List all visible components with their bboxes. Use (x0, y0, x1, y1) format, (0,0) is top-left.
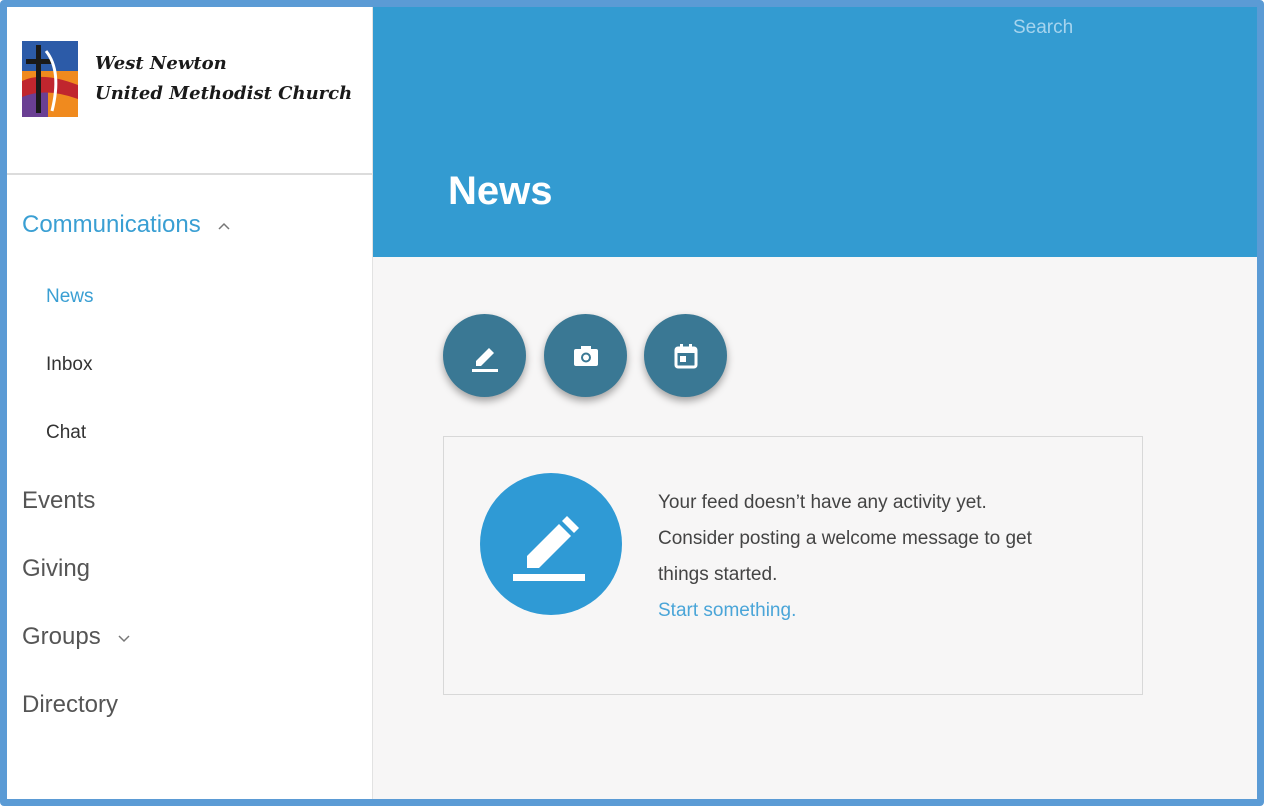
calendar-icon (674, 343, 697, 368)
empty-feed-line: things started. (658, 564, 778, 585)
church-logo-icon (22, 41, 78, 117)
sidebar-item-giving[interactable]: Giving (22, 555, 90, 583)
add-photo-button[interactable] (544, 314, 627, 397)
sidebar-subitem-chat[interactable]: Chat (46, 422, 86, 444)
logo-area[interactable]: West Newton United Methodist Church (7, 7, 372, 175)
sidebar-subitem-inbox[interactable]: Inbox (46, 354, 92, 376)
chevron-up-icon (218, 222, 230, 230)
sidebar-item-label: Groups (22, 623, 101, 650)
add-event-button[interactable] (644, 314, 727, 397)
page-title: News (448, 169, 553, 213)
sidebar-item-groups[interactable]: Groups (22, 623, 131, 651)
new-post-button[interactable] (443, 314, 526, 397)
empty-feed-message: Your feed doesn’t have any activity yet.… (658, 485, 1098, 629)
page-header: Search News (373, 7, 1257, 257)
empty-feed-line: Your feed doesn’t have any activity yet. (658, 492, 987, 513)
empty-feed-icon (480, 473, 622, 615)
start-something-link[interactable]: Start something. (658, 593, 1098, 629)
sidebar-subitem-news[interactable]: News (46, 286, 94, 308)
sidebar-item-events[interactable]: Events (22, 487, 95, 515)
church-name-line2: United Methodist Church (95, 83, 353, 104)
search-link[interactable]: Search (1013, 17, 1073, 39)
empty-feed-line: Consider posting a welcome message to ge… (658, 528, 1032, 549)
church-name-line1: West Newton (95, 53, 227, 74)
pencil-icon (471, 347, 498, 372)
sidebar-item-label: Communications (22, 211, 201, 238)
sidebar-item-communications[interactable]: Communications (22, 211, 231, 239)
empty-feed-card: Your feed doesn’t have any activity yet.… (443, 436, 1143, 695)
chevron-down-icon (118, 635, 130, 642)
pencil-icon (513, 516, 585, 581)
app-frame: West Newton United Methodist Church Comm… (0, 0, 1264, 806)
sidebar-item-directory[interactable]: Directory (22, 691, 118, 719)
church-name: West Newton United Methodist Church (95, 49, 352, 109)
sidebar: West Newton United Methodist Church Comm… (7, 7, 373, 799)
camera-icon (573, 345, 598, 366)
